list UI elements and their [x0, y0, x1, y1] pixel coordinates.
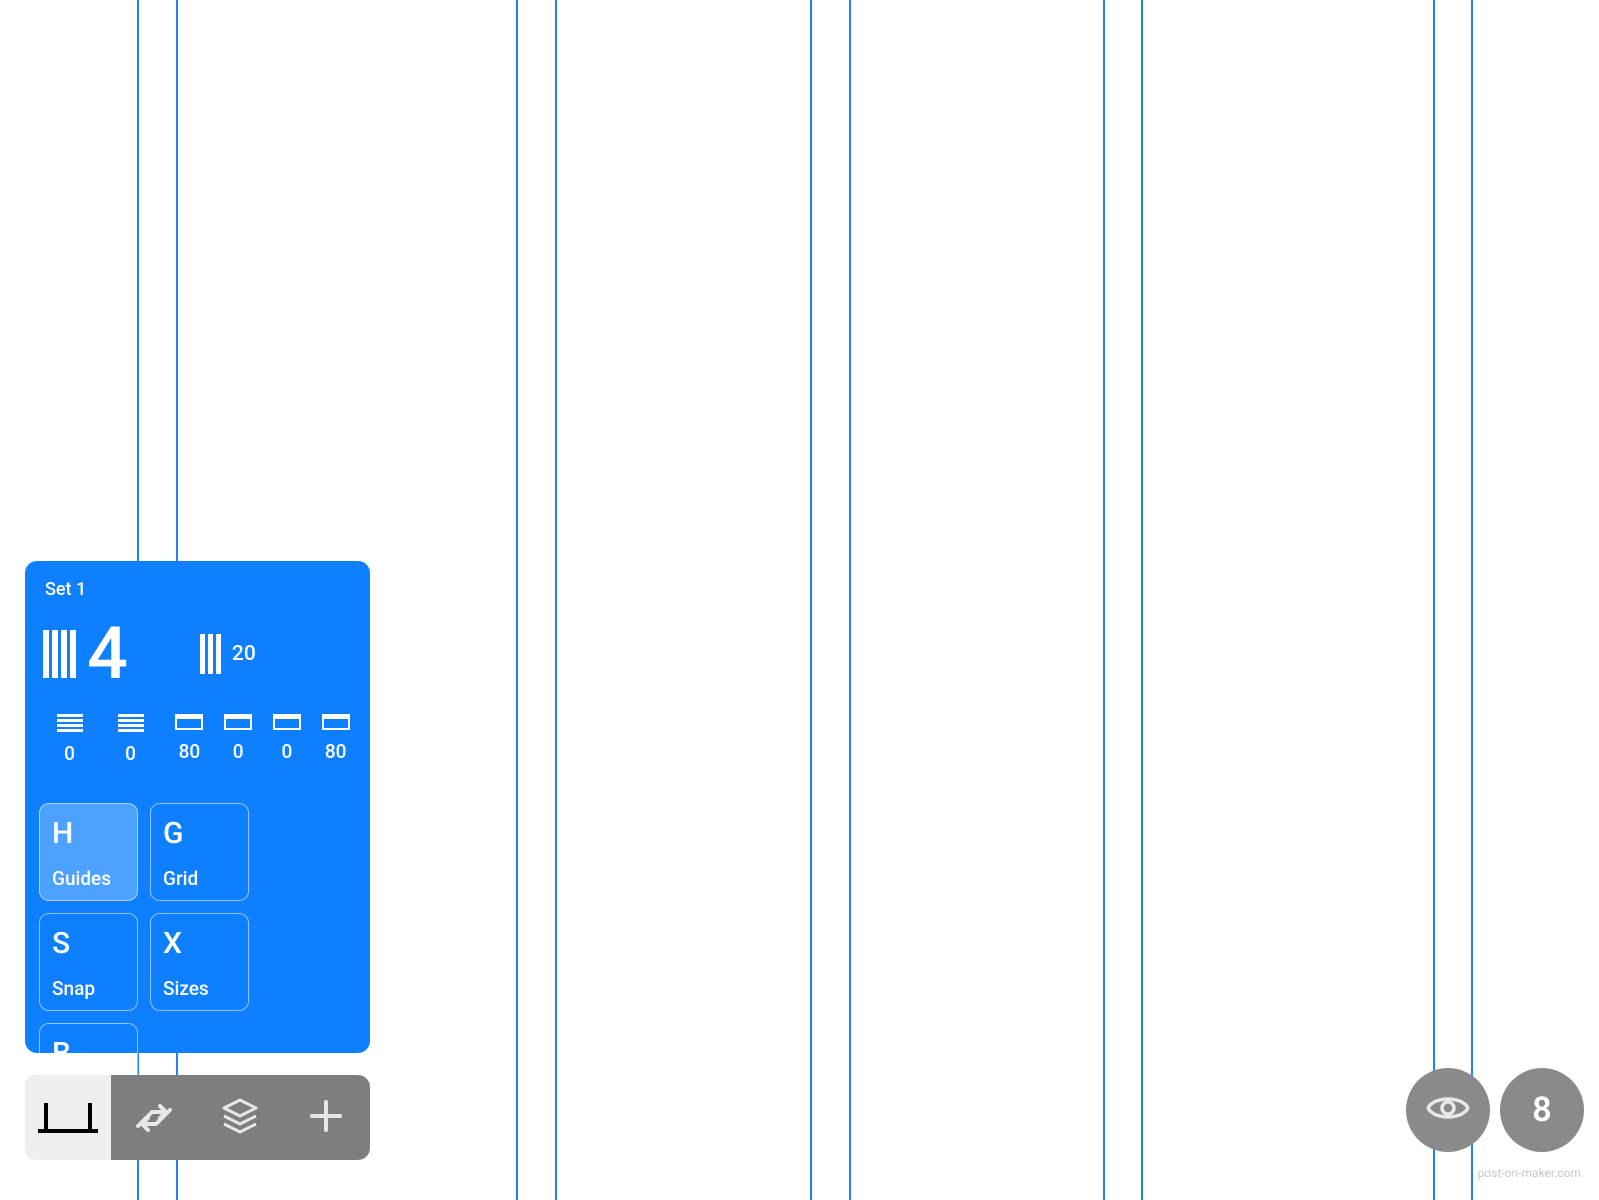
vertical-guide: [1103, 0, 1105, 1200]
grid-toggles: H Guides G Grid S Snap X Sizes B Blocks: [25, 765, 370, 1121]
bottom-toolbar: [25, 1075, 370, 1160]
preview-fab[interactable]: [1406, 1068, 1490, 1152]
watermark: post-on-maker.com: [1478, 1166, 1581, 1180]
row-bottom-metric[interactable]: 0: [118, 714, 144, 765]
gutter-value: 20: [232, 642, 256, 666]
vertical-guide: [1433, 0, 1435, 1200]
gutter-reading[interactable]: 20: [200, 618, 256, 690]
margin-icon: [175, 714, 203, 730]
margin-icon: [224, 714, 252, 730]
laptop-icon: [44, 1103, 92, 1133]
margin-icon: [273, 714, 301, 730]
gutter-icon: [200, 634, 224, 674]
toggle-grid[interactable]: G Grid: [150, 803, 249, 901]
layers-button[interactable]: [197, 1075, 283, 1160]
grid-readings: 4 20: [25, 618, 370, 690]
grid-settings-panel: Set 1 4 20 0 0 80: [25, 561, 370, 1053]
right-fab-group: 8: [1406, 1068, 1584, 1152]
toggle-snap[interactable]: S Snap: [39, 913, 138, 1011]
columns-reading[interactable]: 4: [43, 618, 128, 690]
toggle-sizes[interactable]: X Sizes: [150, 913, 249, 1011]
inner-right-metric[interactable]: 80: [322, 714, 350, 765]
vertical-guide: [849, 0, 851, 1200]
grid-set-title[interactable]: Set 1: [25, 579, 370, 618]
row-top-metric[interactable]: 0: [57, 714, 83, 765]
add-button[interactable]: [283, 1075, 369, 1160]
swap-button[interactable]: [111, 1075, 197, 1160]
inner-left-metric[interactable]: 0: [273, 714, 301, 765]
columns-icon: [43, 630, 79, 678]
columns-value: 4: [87, 618, 128, 690]
vertical-guide: [1141, 0, 1143, 1200]
plus-icon: [306, 1096, 346, 1140]
toggle-guides[interactable]: H Guides: [39, 803, 138, 901]
margin-icon: [322, 714, 350, 730]
layers-icon: [220, 1096, 260, 1140]
eye-icon: [1426, 1086, 1470, 1134]
rows-icon: [57, 714, 83, 732]
grid-metrics: 0 0 80 0 0 80: [25, 690, 370, 765]
vertical-guide: [1471, 0, 1473, 1200]
count-value: 8: [1532, 1090, 1551, 1130]
swap-arrows-icon: [132, 1098, 176, 1138]
count-fab[interactable]: 8: [1500, 1068, 1584, 1152]
vertical-guide: [555, 0, 557, 1200]
vertical-guide: [516, 0, 518, 1200]
margin-right-metric[interactable]: 0: [224, 714, 252, 765]
margin-left-metric[interactable]: 80: [175, 714, 203, 765]
rows-icon: [118, 714, 144, 732]
vertical-guide: [810, 0, 812, 1200]
device-preview-button[interactable]: [25, 1075, 111, 1160]
